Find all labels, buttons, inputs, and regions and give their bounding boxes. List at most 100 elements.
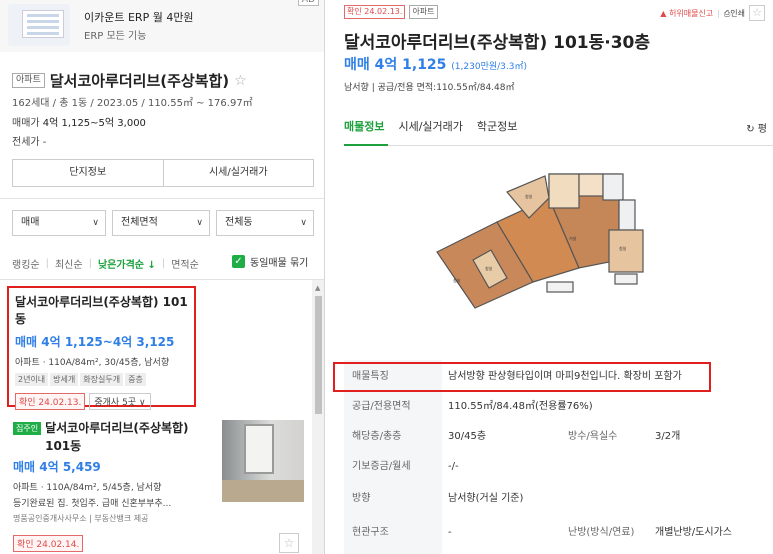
complex-button-group: 단지정보 시세/실거래가 (12, 159, 314, 187)
listing-item[interactable]: 집주인 달서코아루더리브(주상복합) 101동 매매 4억 5,459 아파트 … (7, 414, 312, 554)
listing-detail: 아파트 · 110A/84m², 5/45층, 남서향 (13, 483, 162, 493)
favorite-star-icon[interactable]: ☆ (749, 5, 765, 21)
listing-tag: 2년이내 (15, 373, 49, 386)
tab-school-info[interactable]: 학군정보 (477, 118, 517, 134)
detail-actions: ▲ 허위매물신고 | ⎙인쇄 ☆ (660, 5, 765, 21)
owner-badge: 집주인 (13, 422, 42, 435)
table-row: 기보증금/월세 -/- (344, 452, 773, 482)
left-panel: 이카운트 ERP 월 4만원 ERP 모든 기능 AD 아파트 달서코아루더리브… (0, 0, 325, 554)
row-label: 해당층/총층 (352, 431, 402, 442)
row-value: 3/2개 (655, 431, 681, 442)
row-value: 남서방향 판상형타입이며 마피9천입니다. 확장비 포함가 (448, 371, 682, 382)
chevron-down-icon: ∨ (92, 218, 99, 228)
detail-spec: 남서향 | 공급/전용 면적:110.55㎡/84.48㎡ (344, 83, 515, 93)
row-value: -/- (448, 461, 459, 472)
price-history-button[interactable]: 시세/실거래가 (162, 160, 314, 186)
listing-item[interactable]: 달서코아루더리브(주상복합) 101동 매매 4억 1,125~4억 3,125… (7, 286, 196, 410)
detail-title: 달서코아루더리브(주상복합) 101동·30층 (344, 33, 651, 53)
complex-name: 달서코아루더리브(주상복합) (49, 72, 230, 90)
svg-text:침실: 침실 (619, 245, 627, 251)
confirm-date-badge: 확인 24.02.13. (344, 5, 406, 19)
ad-badge: AD (297, 0, 319, 6)
listing-price: 매매 4억 1,125~4억 3,125 (15, 335, 175, 349)
svg-text:거실: 거실 (569, 235, 577, 241)
detail-price: 매매 4억 1,125 (1,230만원/3.3㎡) (344, 54, 527, 74)
detail-badges: 확인 24.02.13. 아파트 (344, 5, 438, 19)
sort-latest[interactable]: 최신순 (55, 256, 83, 271)
table-row: 공급/전용면적 110.55㎡/84.48㎡(전용률76%) (344, 392, 773, 422)
print-button[interactable]: ⎙인쇄 (724, 8, 745, 19)
favorite-star-icon[interactable]: ☆ (279, 533, 299, 553)
same-listing-toggle[interactable]: ✓ 동일매물 묶기 (232, 254, 308, 269)
detail-price-per: (1,230만원/3.3㎡) (451, 62, 527, 72)
tab-active-indicator (344, 144, 388, 146)
tab-divider (344, 145, 773, 146)
siren-icon: ▲ (660, 8, 667, 18)
table-row: 해당층/총층 30/45층 방수/욕실수 3/2개 (344, 422, 773, 452)
table-row: 매물특징 남서방향 판상형타입이며 마피9천입니다. 확장비 포함가 (344, 362, 773, 392)
checkbox-checked-icon[interactable]: ✓ (232, 255, 245, 268)
area-filter[interactable]: 전체면적 ∨ (112, 210, 210, 236)
agents-dropdown[interactable]: 중개사 5곳 ∨ (89, 393, 151, 410)
complex-header: 아파트 달서코아루더리브(주상복합) ☆ (12, 70, 247, 91)
sort-area[interactable]: 면적순 (171, 256, 199, 271)
row-value: 남서향(거실 기준) (448, 493, 524, 504)
sort-ranking[interactable]: 랭킹순 (12, 256, 40, 271)
complex-type-tag: 아파트 (12, 73, 45, 88)
detail-price-value: 매매 4억 1,125 (344, 57, 447, 73)
detail-tabs: 매물정보 시세/실거래가 학군정보 (344, 118, 517, 134)
table-row: 현관구조 - 난방(방식/연료) 개별난방/도시가스 (344, 518, 773, 548)
scroll-up-icon[interactable]: ▲ (315, 284, 320, 292)
detail-panel: 확인 24.02.13. 아파트 ▲ 허위매물신고 | ⎙인쇄 ☆ 달서코아루더… (326, 0, 773, 554)
row-label: 기보증금/월세 (352, 461, 411, 472)
table-row: 방향 남서향(거실 기준) (344, 484, 773, 514)
sort-options: 랭킹순 | 최신순 | 낮은가격순 ↓ | 면적순 (12, 256, 199, 271)
floor-plan-image[interactable]: 침실 거실 침실 침실 침실 (429, 170, 659, 310)
row-value: - (448, 527, 452, 538)
filter-label: 전체동 (225, 217, 253, 228)
listing-title: 달서코아루더리브(주상복합) 101동 (15, 295, 188, 326)
listing-tag: 방세개 (50, 373, 79, 386)
ad-subtitle: ERP 모든 기능 (84, 31, 147, 42)
listing-description: 등기완료된 집. 첫입주. 급매 신혼부부추... (13, 499, 172, 509)
tab-listing-info[interactable]: 매물정보 (344, 118, 384, 134)
svg-text:침실: 침실 (453, 277, 461, 283)
listing-tags: 2년이내 방세개 화장실두개 중층 (15, 373, 188, 386)
complex-info: 162세대 / 총 1동 / 2023.05 / 110.55㎡ ~ 176.9… (12, 98, 253, 109)
trade-price-value: 4억 1,125~5억 3,000 (42, 118, 146, 129)
listing-tag: 화장실두개 (80, 373, 124, 386)
report-button[interactable]: ▲ 허위매물신고 (660, 8, 713, 19)
ad-banner[interactable]: 이카운트 ERP 월 4만원 ERP 모든 기능 AD (0, 0, 324, 52)
same-listing-label: 동일매물 묶기 (250, 258, 309, 269)
building-filter[interactable]: 전체동 ∨ (216, 210, 314, 236)
complex-info-button[interactable]: 단지정보 (13, 160, 163, 186)
chevron-down-icon: ∨ (196, 218, 203, 228)
agents-label: 중개사 5곳 (94, 398, 137, 408)
chevron-down-icon: ∨ (300, 218, 307, 228)
ad-title: 이카운트 ERP 월 4만원 (84, 11, 194, 24)
print-label: 인쇄 (730, 8, 745, 18)
ad-thumbnail (8, 4, 70, 46)
report-label: 허위매물신고 (668, 8, 714, 18)
sort-low-price[interactable]: 낮은가격순 ↓ (98, 256, 156, 271)
confirm-date-badge: 확인 24.02.13. (15, 393, 86, 410)
row-label: 매물특징 (352, 371, 389, 382)
property-type-tag: 아파트 (409, 5, 438, 19)
row-label: 방수/욕실수 (568, 431, 618, 442)
row-value: 개별난방/도시가스 (655, 527, 732, 538)
svg-text:침실: 침실 (525, 193, 533, 199)
listing-title: 달서코아루더리브(주상복합) 101동 (45, 421, 189, 453)
trade-price-label: 매매가 (12, 118, 40, 129)
scrollbar[interactable]: ▲ (312, 280, 324, 554)
svg-text:침실: 침실 (485, 265, 493, 271)
area-unit-toggle[interactable]: ↻ 평 (746, 120, 767, 135)
chevron-down-icon: ∨ (138, 398, 146, 408)
listing-tag: 중층 (125, 373, 146, 386)
favorite-star-icon[interactable]: ☆ (234, 73, 247, 89)
scrollbar-thumb[interactable] (315, 296, 322, 414)
filter-label: 매매 (21, 217, 40, 228)
listing-header: 집주인 달서코아루더리브(주상복합) 101동 (13, 419, 208, 455)
tab-price-history[interactable]: 시세/실거래가 (398, 118, 462, 134)
listing-photo[interactable] (222, 420, 304, 502)
trade-type-filter[interactable]: 매매 ∨ (12, 210, 106, 236)
